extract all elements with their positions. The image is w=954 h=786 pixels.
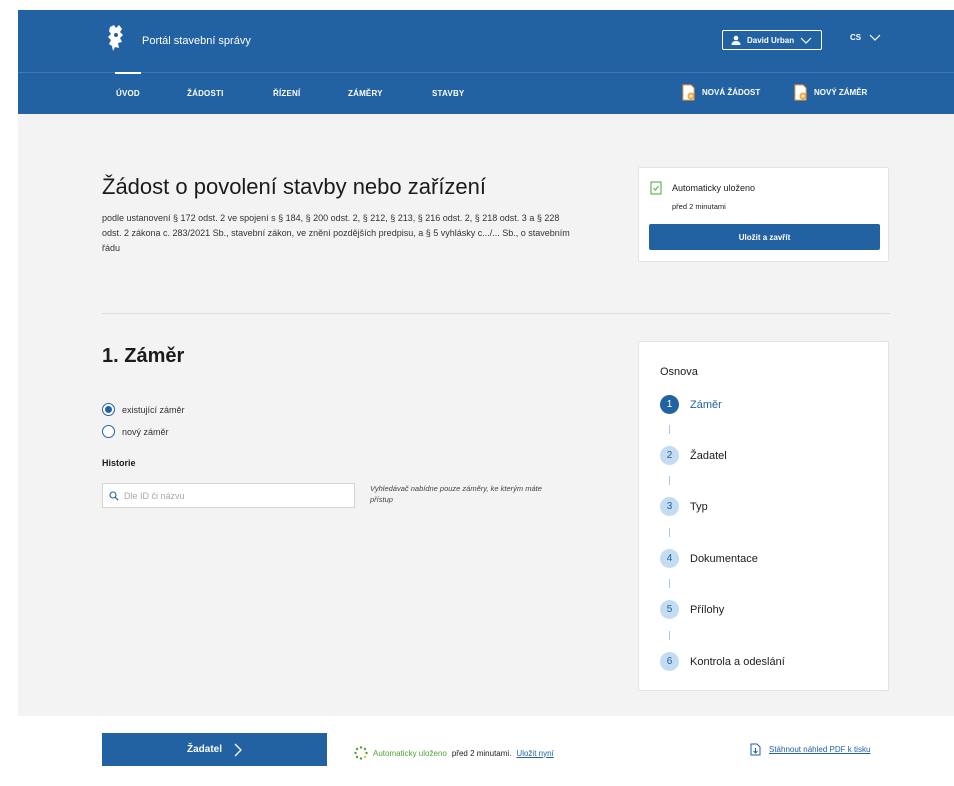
chevron-right-icon bbox=[234, 743, 242, 756]
download-pdf-label: Stáhnout náhled PDF k tisku bbox=[769, 745, 871, 754]
radio-button-selected[interactable] bbox=[102, 403, 115, 416]
language-selector[interactable]: CS bbox=[850, 33, 881, 42]
footer-bar: Žadatel Automaticky uloženo před 2 minut… bbox=[18, 716, 954, 786]
step-label: Žadatel bbox=[690, 449, 727, 462]
step-connector bbox=[669, 579, 670, 588]
radio-existing-label: existující záměr bbox=[122, 404, 185, 415]
save-now-link[interactable]: Uložit nyní bbox=[516, 749, 553, 758]
chevron-down-icon bbox=[800, 37, 812, 44]
step-number: 5 bbox=[660, 600, 679, 619]
application: Portál stavební správy David Urban CS ÚV… bbox=[18, 10, 954, 786]
next-step-button[interactable]: Žadatel bbox=[102, 733, 327, 766]
step-label: Dokumentace bbox=[690, 552, 758, 565]
outline-step-typ[interactable]: 3 Typ bbox=[660, 497, 708, 516]
section-title: 1. Záměr bbox=[102, 345, 185, 367]
outline-step-kontrola[interactable]: 6 Kontrola a odeslání bbox=[660, 652, 785, 671]
nav-item-rizeni[interactable]: ŘÍZENÍ bbox=[273, 89, 300, 98]
user-name: David Urban bbox=[747, 35, 795, 45]
portal-title[interactable]: Portál stavební správy bbox=[142, 35, 251, 47]
autosave-time: před 2 minutami bbox=[672, 202, 726, 211]
outline-step-prilohy[interactable]: 5 Přílohy bbox=[660, 600, 724, 619]
project-search-field[interactable] bbox=[102, 483, 355, 508]
autosave-card: Automaticky uloženo před 2 minutami Ulož… bbox=[638, 167, 889, 262]
new-request-label: NOVÁ ŽÁDOST bbox=[702, 88, 761, 97]
download-file-icon bbox=[750, 743, 761, 756]
page-title: Žádost o povolení stavby nebo zařízení bbox=[102, 174, 487, 199]
step-number: 2 bbox=[660, 446, 679, 465]
step-label: Kontrola a odeslání bbox=[690, 655, 785, 668]
new-project-label: NOVÝ ZÁMĚR bbox=[814, 88, 868, 97]
new-request-button[interactable]: NOVÁ ŽÁDOST bbox=[682, 84, 760, 101]
search-input[interactable] bbox=[124, 490, 324, 501]
step-number: 6 bbox=[660, 652, 679, 671]
section-divider bbox=[102, 313, 890, 314]
step-number: 4 bbox=[660, 549, 679, 568]
step-number: 3 bbox=[660, 497, 679, 516]
autosave-footer-time: před 2 minutami. bbox=[451, 748, 512, 758]
next-step-label: Žadatel bbox=[186, 744, 222, 755]
step-number: 1 bbox=[660, 395, 679, 414]
main-navigation: ÚVOD ŽÁDOSTI ŘÍZENÍ ZÁMĚRY STAVBY NOVÁ Ž… bbox=[18, 72, 954, 114]
legal-basis-text: podle ustanovení § 172 odst. 2 ve spojen… bbox=[102, 213, 570, 253]
nav-item-zamery[interactable]: ZÁMĚRY bbox=[348, 89, 383, 98]
autosave-footer-status: Automaticky uloženo před 2 minutami. Ulo… bbox=[354, 746, 554, 760]
nav-item-stavby[interactable]: STAVBY bbox=[432, 89, 464, 98]
new-project-button[interactable]: NOVÝ ZÁMĚR bbox=[794, 84, 867, 101]
nav-item-uvod[interactable]: ÚVOD bbox=[116, 89, 140, 98]
radio-new-label: nový záměr bbox=[122, 426, 169, 437]
search-icon bbox=[109, 490, 119, 501]
download-pdf-link[interactable]: Stáhnout náhled PDF k tisku bbox=[750, 743, 870, 756]
chevron-down-icon bbox=[869, 34, 881, 41]
step-label: Záměr bbox=[690, 398, 722, 411]
step-label: Přílohy bbox=[690, 603, 725, 616]
step-label: Typ bbox=[690, 500, 708, 513]
active-tab-indicator bbox=[115, 72, 141, 74]
outline-step-zadatel[interactable]: 2 Žadatel bbox=[660, 446, 727, 465]
saved-document-icon bbox=[650, 181, 662, 195]
autosave-footer-label: Automaticky uloženo bbox=[373, 748, 447, 758]
autosave-status: Automaticky uloženo bbox=[672, 183, 756, 193]
top-bar: Portál stavební správy David Urban CS bbox=[18, 10, 954, 72]
step-connector bbox=[669, 425, 670, 434]
radio-existing-project[interactable]: existující záměr bbox=[102, 403, 185, 416]
radio-new-project[interactable]: nový záměr bbox=[102, 425, 169, 438]
outline-step-zamer[interactable]: 1 Záměr bbox=[660, 395, 722, 414]
step-connector bbox=[669, 631, 670, 640]
outline-step-dokumentace[interactable]: 4 Dokumentace bbox=[660, 549, 758, 568]
state-emblem-icon[interactable] bbox=[104, 23, 128, 53]
step-connector bbox=[669, 528, 670, 537]
new-document-icon bbox=[794, 84, 807, 101]
user-icon bbox=[731, 35, 741, 45]
loading-spinner-icon bbox=[354, 746, 368, 760]
nav-item-zadosti[interactable]: ŽÁDOSTI bbox=[187, 89, 224, 98]
step-connector bbox=[669, 476, 670, 485]
outline-panel: Osnova 1 Záměr 2 Žadatel 3 Typ 4 Dokumen… bbox=[638, 341, 889, 691]
outline-title: Osnova bbox=[660, 366, 698, 378]
search-hint: Vyhledávač nabídne pouze záměry, ke kter… bbox=[370, 484, 542, 504]
user-menu-button[interactable]: David Urban bbox=[722, 30, 822, 50]
new-document-icon bbox=[682, 84, 695, 101]
radio-button[interactable] bbox=[102, 425, 115, 438]
save-and-close-button[interactable]: Uložit a zavřít bbox=[649, 224, 880, 250]
language-label: CS bbox=[850, 33, 862, 42]
history-label: Historie bbox=[102, 458, 136, 468]
